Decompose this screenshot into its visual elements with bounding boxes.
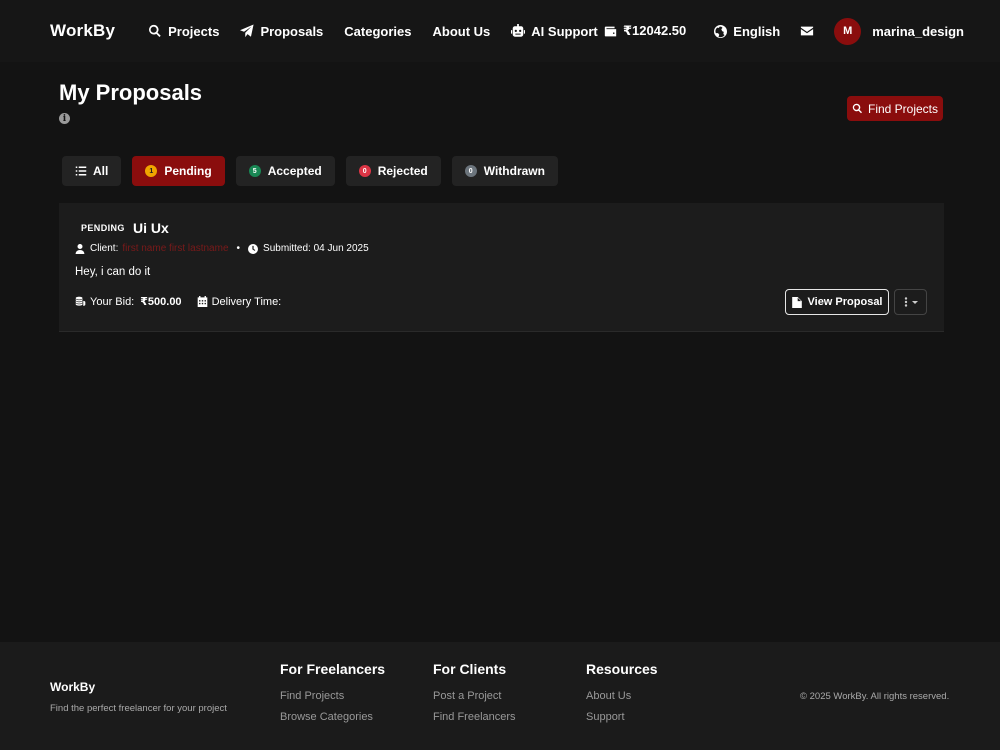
bid-label: Your Bid: xyxy=(90,295,135,308)
wallet-icon xyxy=(604,26,617,36)
proposal-card: PENDING Ui Ux Client: first name first l… xyxy=(59,203,944,332)
tab-rejected-count: 0 xyxy=(358,165,371,177)
language-label: English xyxy=(733,23,781,39)
nav-categories[interactable]: Categories xyxy=(344,24,411,39)
info-icon[interactable]: i xyxy=(59,113,70,124)
tab-accepted[interactable]: 5 Accepted xyxy=(235,156,335,186)
client-name[interactable]: first name first lastname xyxy=(122,243,228,254)
view-proposal-label: View Proposal xyxy=(807,296,883,308)
footer-link-about[interactable]: About Us xyxy=(586,690,658,702)
nav-projects-label: Projects xyxy=(168,23,220,39)
footer-col-title: Resources xyxy=(586,661,658,677)
submitted-date: Submitted: 04 Jun 2025 xyxy=(263,243,369,254)
tab-withdrawn-count: 0 xyxy=(464,165,477,177)
nav-about[interactable]: About Us xyxy=(433,24,491,39)
find-projects-button[interactable]: Find Projects xyxy=(847,96,943,121)
nav-projects[interactable]: Projects xyxy=(148,24,219,39)
more-vertical-icon xyxy=(904,297,918,307)
top-navbar: WorkBy Projects Proposals Categories Abo… xyxy=(0,0,1000,62)
tab-all-label: All xyxy=(93,164,109,178)
footer-col-title: For Clients xyxy=(433,661,507,677)
wallet-balance[interactable]: ₹12042.50 xyxy=(604,23,686,39)
nav-ai-support-label: AI Support xyxy=(531,23,598,39)
proposal-meta: Client: first name first lastname • Subm… xyxy=(75,243,369,254)
tab-pending[interactable]: 1 Pending xyxy=(132,156,225,186)
list-icon xyxy=(75,166,87,176)
user-icon xyxy=(75,243,85,254)
tab-withdrawn-label: Withdrawn xyxy=(483,164,545,178)
nav-proposals[interactable]: Proposals xyxy=(240,24,323,39)
footer-tagline: Find the perfect freelancer for your pro… xyxy=(50,703,227,714)
brand-logo[interactable]: WorkBy xyxy=(50,21,115,41)
avatar[interactable]: M xyxy=(834,17,862,45)
nav-ai-support[interactable]: AI Support xyxy=(511,23,598,39)
footer-brand: WorkBy xyxy=(50,680,96,694)
footer-link-support[interactable]: Support xyxy=(586,711,658,723)
bid-row: Your Bid: ₹500.00 Delivery Time: xyxy=(75,295,281,308)
main-nav: Projects Proposals Categories About Us A… xyxy=(148,24,619,39)
tab-pending-label: Pending xyxy=(164,164,212,178)
footer-col-freelancers: For Freelancers Find Projects Browse Cat… xyxy=(280,661,385,732)
footer-col-resources: Resources About Us Support xyxy=(586,661,658,732)
footer-copyright: © 2025 WorkBy. All rights reserved. xyxy=(800,691,950,702)
search-icon xyxy=(852,103,862,114)
tab-pending-count: 1 xyxy=(145,165,158,177)
bid-value: ₹500.00 xyxy=(140,296,182,308)
tab-accepted-label: Accepted xyxy=(267,164,322,178)
page-title: My Proposals xyxy=(59,80,203,105)
tab-rejected-label: Rejected xyxy=(377,164,428,178)
nav-right: ₹12042.50 English M marina_design xyxy=(604,0,964,62)
nav-categories-label: Categories xyxy=(344,23,412,39)
paper-plane-icon xyxy=(240,24,254,38)
calendar-icon xyxy=(197,296,207,307)
tab-withdrawn[interactable]: 0 Withdrawn xyxy=(451,156,558,186)
more-options-button[interactable] xyxy=(894,289,927,315)
find-projects-label: Find Projects xyxy=(867,101,939,116)
search-icon xyxy=(149,24,161,38)
tab-rejected[interactable]: 0 Rejected xyxy=(345,156,441,186)
language-selector[interactable]: English xyxy=(714,24,780,39)
tab-accepted-count: 5 xyxy=(248,165,261,177)
globe-icon xyxy=(714,24,728,38)
status-badge: PENDING xyxy=(81,223,125,233)
delivery-label: Delivery Time: xyxy=(211,295,282,308)
clock-icon xyxy=(248,243,259,254)
footer-col-title: For Freelancers xyxy=(280,661,386,677)
footer-link-find-freelancers[interactable]: Find Freelancers xyxy=(433,711,516,723)
username[interactable]: marina_design xyxy=(872,24,964,39)
footer-link-find-projects[interactable]: Find Projects xyxy=(280,690,385,702)
footer-col-clients: For Clients Post a Project Find Freelanc… xyxy=(433,661,516,732)
document-icon xyxy=(791,296,802,308)
coins-icon xyxy=(75,296,86,306)
footer: WorkBy Find the perfect freelancer for y… xyxy=(0,642,1000,750)
footer-link-post-project[interactable]: Post a Project xyxy=(433,690,516,702)
client-label: Client: xyxy=(90,243,119,254)
proposal-message: Hey, i can do it xyxy=(75,266,151,278)
nav-proposals-label: Proposals xyxy=(260,23,324,39)
nav-about-label: About Us xyxy=(432,23,491,39)
footer-link-browse-categories[interactable]: Browse Categories xyxy=(280,711,385,723)
proposal-filter-tabs: All 1 Pending 5 Accepted 0 Rejected 0 Wi… xyxy=(62,156,569,186)
meta-separator: • xyxy=(236,243,241,254)
project-title[interactable]: Ui Ux xyxy=(133,220,169,236)
view-proposal-button[interactable]: View Proposal xyxy=(785,289,889,315)
wallet-amount: ₹12042.50 xyxy=(623,23,687,38)
robot-icon xyxy=(511,24,526,37)
envelope-icon[interactable] xyxy=(800,24,814,38)
tab-all[interactable]: All xyxy=(62,156,122,186)
